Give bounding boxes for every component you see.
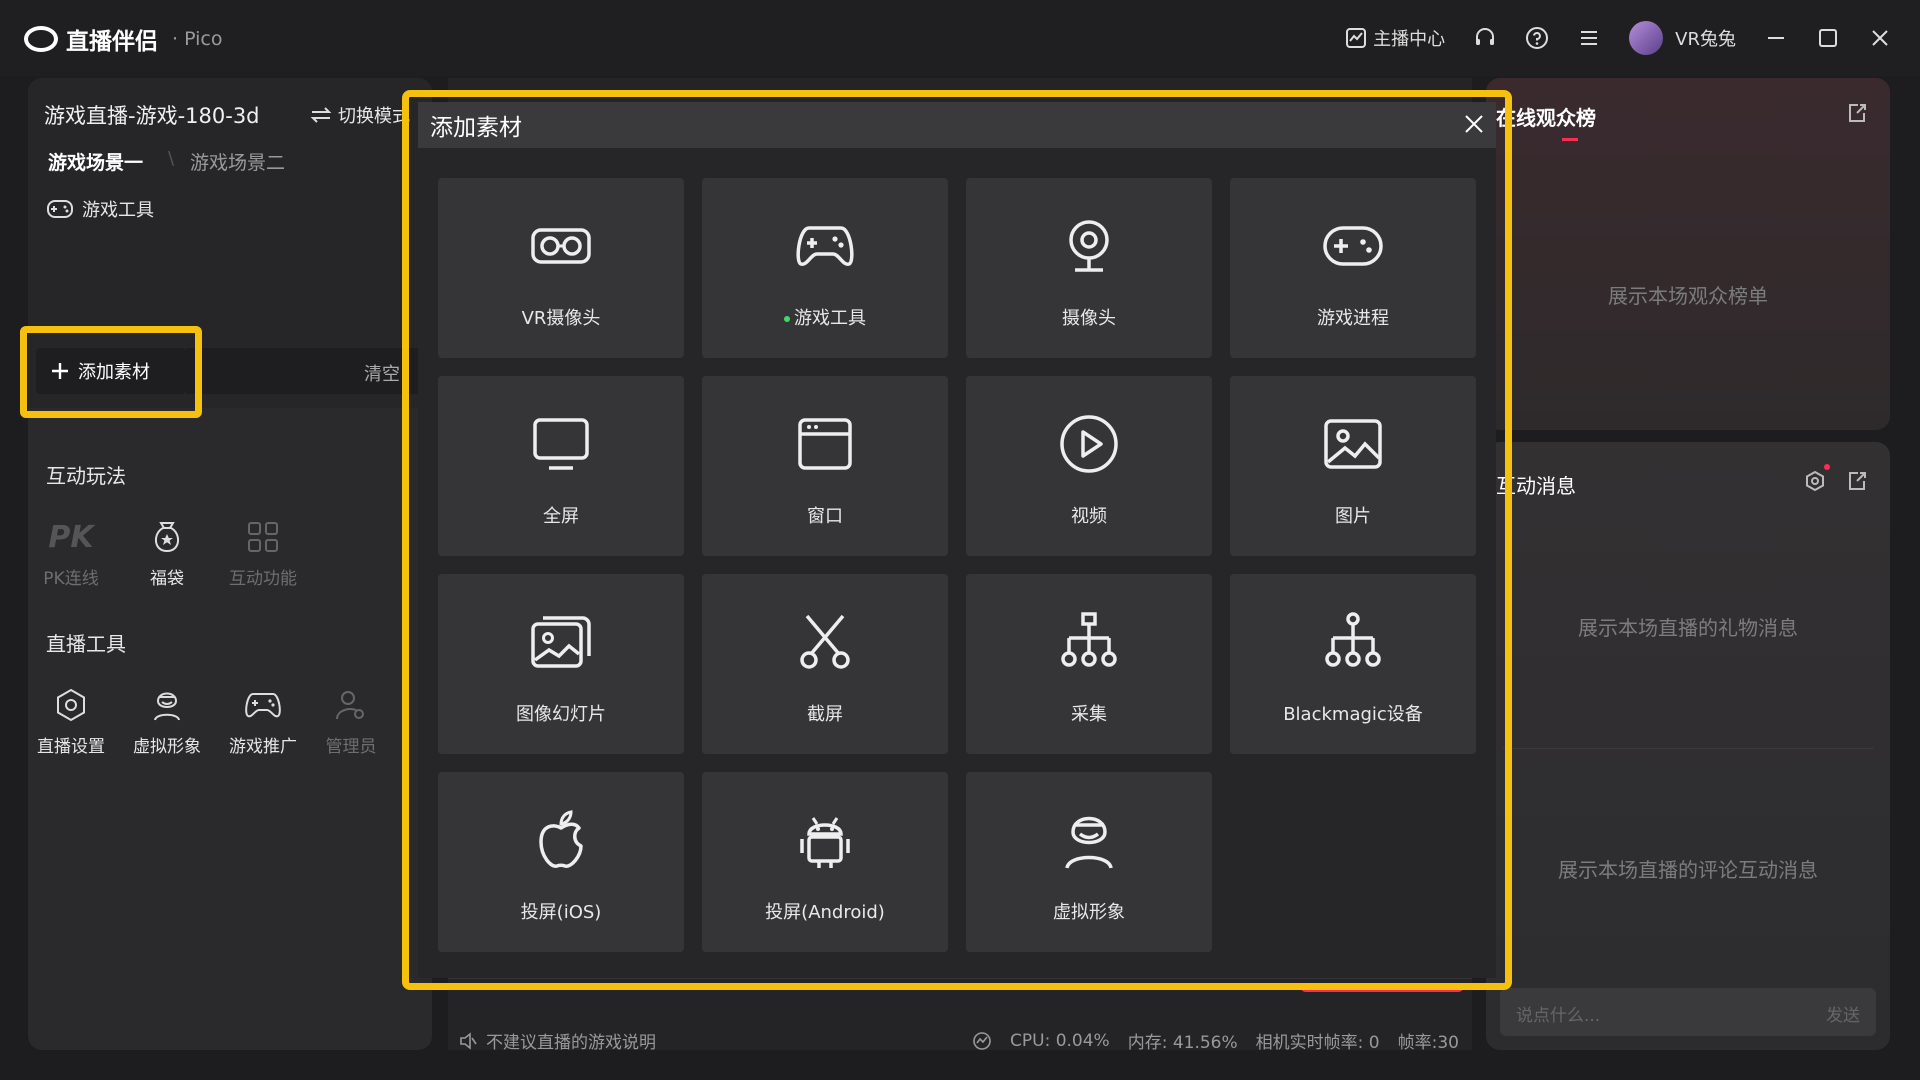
title-bar: 直播伴侣 · Pico 主播中心 VR兔兔 <box>0 0 1920 76</box>
notification-dot <box>1824 464 1830 470</box>
logo-ring-icon <box>24 26 58 52</box>
popout-messages-button[interactable] <box>1846 470 1868 492</box>
source-item-label: 游戏工具 <box>82 200 154 221</box>
messages-divider <box>1502 748 1874 749</box>
host-center-button[interactable]: 主播中心 <box>1345 25 1445 51</box>
audience-panel: 在线观众榜 展示本场观众榜单 <box>1486 78 1890 430</box>
minimize-button[interactable] <box>1764 26 1788 50</box>
scene-tab-2[interactable]: 游戏场景二 <box>190 148 285 175</box>
username[interactable]: VR兔兔 <box>1675 25 1736 51</box>
camera-fps: 相机实时帧率: 0 <box>1255 1033 1380 1053</box>
tool-virtual-avatar-label: 虚拟形象 <box>133 737 201 757</box>
messages-settings-button[interactable] <box>1804 470 1826 492</box>
popout-icon <box>1849 472 1866 490</box>
comments-empty: 展示本场直播的评论互动消息 <box>1558 858 1818 882</box>
host-center-label: 主播中心 <box>1373 29 1446 50</box>
settings-icon <box>1806 470 1824 492</box>
gamepad-icon <box>220 682 306 728</box>
pk-icon: PK <box>48 519 94 555</box>
add-material-highlight <box>20 326 202 418</box>
tool-lucky-bag[interactable]: 福袋 <box>124 514 210 589</box>
user-avatar[interactable] <box>1629 21 1664 55</box>
help-icon <box>1526 27 1549 49</box>
clear-button[interactable]: 清空 <box>364 360 400 386</box>
gamepad-icon <box>47 200 73 218</box>
help-button[interactable] <box>1525 26 1549 50</box>
comment-input-placeholder: 说点什么... <box>1516 1006 1601 1026</box>
menu-icon <box>1581 31 1598 45</box>
app-logo: 直播伴侣 · Pico <box>24 22 222 56</box>
tool-live-settings-label: 直播设置 <box>37 737 105 757</box>
chart-icon <box>1346 28 1367 48</box>
close-window-button[interactable] <box>1868 26 1892 50</box>
settings-hex-icon <box>28 682 114 728</box>
close-icon <box>1872 30 1888 46</box>
minimize-icon <box>1768 37 1784 39</box>
menu-button[interactable] <box>1577 26 1601 50</box>
tool-pk[interactable]: PK PK连线 <box>28 514 114 590</box>
app-sub: · Pico <box>172 28 223 50</box>
popout-icon <box>1849 104 1866 122</box>
tool-admin[interactable]: 管理员 <box>316 682 386 757</box>
send-button[interactable]: 发送 <box>1826 1001 1860 1026</box>
interactive-section-title: 互动玩法 <box>46 464 126 488</box>
tool-game-promo-label: 游戏推广 <box>229 737 297 757</box>
scene-divider: \ <box>168 148 175 169</box>
maximize-button[interactable] <box>1816 26 1840 50</box>
swap-icon <box>310 107 332 123</box>
audience-tab-underline <box>1562 138 1578 141</box>
status-bar: CPU: 0.04% 内存: 41.56% 相机实时帧率: 0 帧率:30 <box>972 1028 1459 1053</box>
maximize-icon <box>1819 29 1837 47</box>
gifts-empty: 展示本场直播的礼物消息 <box>1578 616 1798 640</box>
tool-lucky-bag-label: 福袋 <box>150 569 184 589</box>
speaker-muted-icon <box>460 1031 477 1050</box>
scene-tab-1[interactable]: 游戏场景一 <box>48 148 143 175</box>
tool-pk-label: PK连线 <box>43 569 99 589</box>
grid-icon <box>220 514 306 560</box>
messages-panel: 互动消息 展示本场直播的礼物消息 展示本场直播的评论互动消息 说点什么... 发… <box>1486 442 1890 1050</box>
support-button[interactable] <box>1473 26 1497 50</box>
live-tools-section-title: 直播工具 <box>46 632 126 656</box>
game-note-label: 不建议直播的游戏说明 <box>486 1033 656 1053</box>
popout-audience-button[interactable] <box>1846 102 1868 124</box>
avatar-icon <box>124 682 210 728</box>
switch-mode-label: 切换模式 <box>338 106 410 127</box>
cpu-usage: CPU: 0.04% <box>1010 1030 1110 1051</box>
tool-interactive-label: 互动功能 <box>229 569 297 589</box>
memory-usage: 内存: 41.56% <box>1127 1033 1238 1053</box>
tool-admin-label: 管理员 <box>325 737 377 757</box>
stream-title: 游戏直播-游戏-180-3d <box>44 104 260 128</box>
header-controls: 主播中心 VR兔兔 <box>1345 0 1920 76</box>
performance-icon <box>973 1031 991 1050</box>
tool-interactive[interactable]: 互动功能 <box>220 514 306 589</box>
tool-virtual-avatar[interactable]: 虚拟形象 <box>124 682 210 757</box>
switch-mode-button[interactable]: 切换模式 <box>310 102 410 128</box>
admin-icon <box>316 682 386 728</box>
dialog-highlight <box>402 90 1512 990</box>
tool-live-settings[interactable]: 直播设置 <box>28 682 114 757</box>
left-panel: 游戏直播-游戏-180-3d 切换模式 游戏场景一 \ 游戏场景二 游戏工具 清… <box>28 78 432 1050</box>
app-name: 直播伴侣 <box>66 29 158 55</box>
game-note-link[interactable]: 不建议直播的游戏说明 <box>458 1028 656 1053</box>
comment-input-box[interactable]: 说点什么... 发送 <box>1500 988 1876 1036</box>
headset-icon <box>1476 28 1495 45</box>
fps: 帧率:30 <box>1397 1033 1459 1053</box>
audience-empty: 展示本场观众榜单 <box>1608 284 1768 308</box>
source-item-game-tool[interactable]: 游戏工具 <box>46 196 154 222</box>
tool-game-promo[interactable]: 游戏推广 <box>220 682 306 757</box>
lucky-bag-icon <box>124 514 210 560</box>
